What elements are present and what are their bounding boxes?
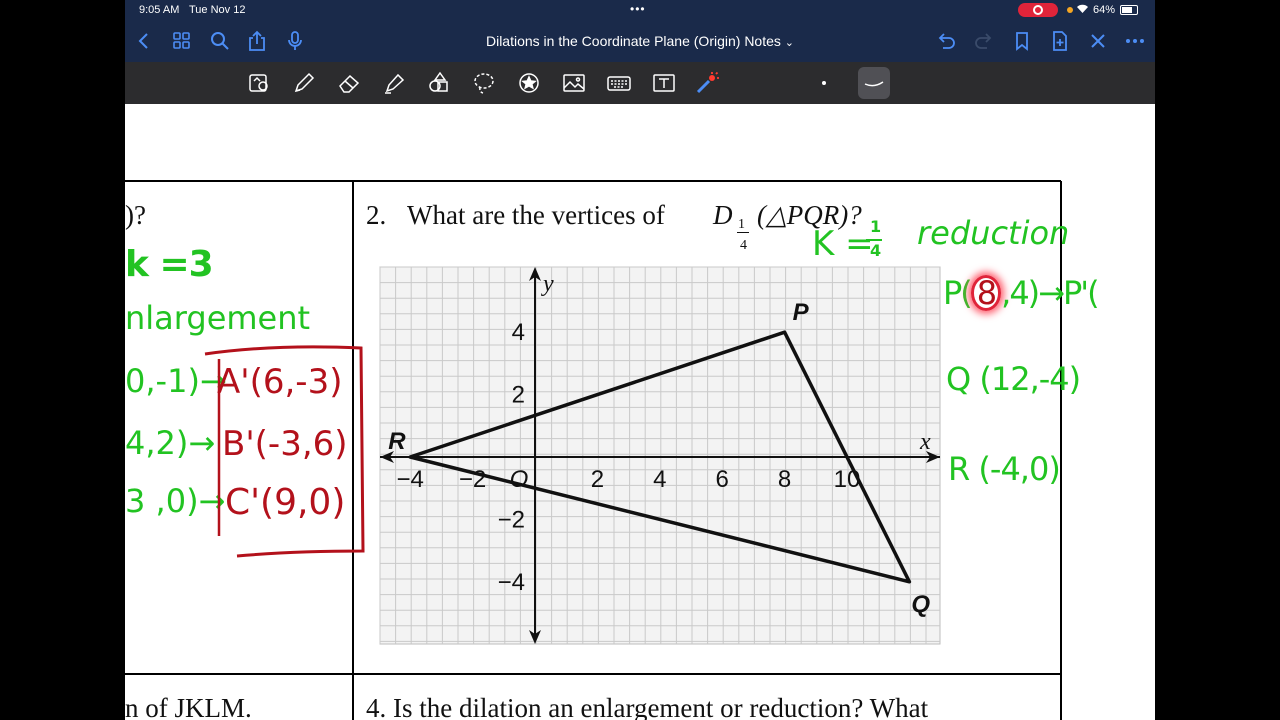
pen-curve-stroke-option[interactable] (858, 67, 890, 99)
app-window: 9:05 AM Tue Nov 12 ••• 64% Dilations in … (125, 0, 1155, 720)
textbox-icon[interactable] (651, 71, 677, 95)
close-icon[interactable] (1087, 30, 1109, 52)
left-red-bracket-annotation (204, 345, 365, 558)
screen-recording-icon[interactable] (1018, 3, 1058, 17)
search-icon[interactable] (209, 30, 231, 52)
multitasking-dots-icon[interactable]: ••• (630, 2, 646, 16)
p-line-start: P( (943, 274, 973, 312)
document-title-text: Dilations in the Coordinate Plane (Origi… (485, 33, 781, 49)
pen-icon[interactable] (291, 71, 317, 95)
document-title[interactable]: Dilations in the Coordinate Plane (Origi… (425, 33, 855, 49)
thumbnails-grid-icon[interactable] (171, 30, 193, 52)
right-q-line: Q (12,-4) (946, 360, 1081, 398)
battery-icon (1120, 5, 1138, 15)
battery-percent: 64% (1093, 4, 1116, 16)
shapes-icon[interactable] (426, 71, 452, 95)
undo-icon[interactable] (935, 30, 957, 52)
laser-pointer-icon[interactable] (694, 71, 720, 95)
pen-size-dot[interactable] (822, 81, 826, 85)
add-page-icon[interactable] (1049, 30, 1071, 52)
highlighter-icon[interactable] (381, 71, 407, 95)
status-bar: 9:05 AM Tue Nov 12 ••• 64% (125, 0, 1155, 20)
right-k-label: K = (812, 224, 874, 264)
mic-indicator-icon (1067, 7, 1073, 13)
keyboard-icon[interactable] (606, 71, 632, 95)
more-options-icon[interactable] (1124, 30, 1146, 52)
p-line-end: ,4)→P'( (1001, 274, 1099, 312)
circled-coordinate: 8 (970, 275, 1002, 311)
status-date: Tue Nov 12 (189, 4, 246, 16)
right-p-line: P(8,4)→P'( (943, 274, 1100, 312)
right-k-denominator: 4 (870, 241, 882, 260)
right-k-numerator: 1 (870, 217, 882, 236)
right-r-line: R (-4,0) (948, 450, 1061, 488)
elements-icon[interactable] (516, 71, 542, 95)
image-icon[interactable] (561, 71, 587, 95)
redo-icon[interactable] (973, 30, 995, 52)
status-time: 9:05 AM (139, 4, 180, 16)
microphone-icon[interactable] (284, 30, 306, 52)
document-page[interactable]: )? 2. What are the vertices of D 1 4 (△P… (125, 104, 1155, 720)
navigation-bar: Dilations in the Coordinate Plane (Origi… (125, 20, 1155, 62)
back-icon[interactable] (133, 30, 155, 52)
chevron-down-icon: ⌄ (784, 37, 795, 49)
right-reduction-note: reduction (917, 214, 1070, 252)
drawing-toolbar (125, 62, 1155, 104)
lasso-icon[interactable] (471, 71, 497, 95)
bookmark-icon[interactable] (1011, 30, 1033, 52)
pages-icon[interactable] (247, 71, 273, 95)
eraser-icon[interactable] (336, 71, 362, 95)
share-icon[interactable] (246, 30, 268, 52)
wifi-icon (1076, 3, 1089, 17)
